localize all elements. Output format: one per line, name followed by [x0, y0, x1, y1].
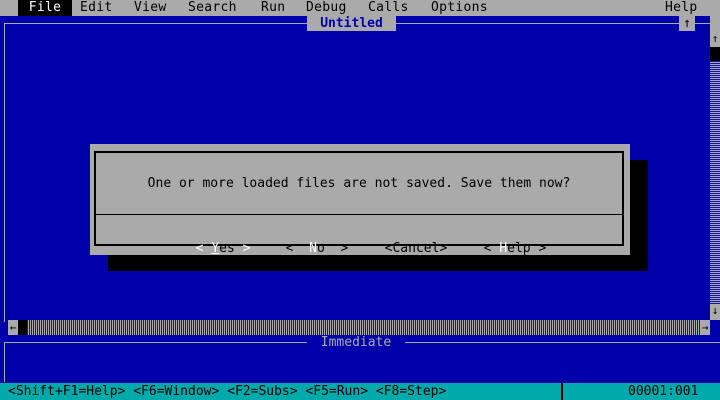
- menu-run[interactable]: Run: [261, 0, 285, 16]
- no-label: o: [316, 241, 325, 256]
- no-left-bracket: <: [285, 241, 294, 256]
- no-button[interactable]: < No >: [270, 222, 349, 256]
- cancel-label: <Cancel>: [384, 241, 448, 256]
- menu-view[interactable]: View: [134, 0, 167, 16]
- menu-search[interactable]: Search: [188, 0, 237, 16]
- vertical-scroll-track[interactable]: [710, 61, 720, 304]
- yes-right-bracket: >: [242, 241, 251, 256]
- status-divider: [561, 383, 563, 400]
- immediate-window-left-border: [4, 342, 5, 382]
- yes-label: es: [219, 241, 235, 256]
- editor-title: Untitled: [307, 16, 396, 31]
- horizontal-scroll-track[interactable]: [27, 320, 710, 335]
- help-button[interactable]: < Help >: [468, 222, 547, 256]
- status-shortcuts: <Shift+F1=Help> <F6=Window> <F2=Subs> <F…: [8, 384, 447, 399]
- menu-options[interactable]: Options: [431, 0, 488, 16]
- yes-button[interactable]: < Yes >: [180, 222, 251, 256]
- cancel-button[interactable]: <Cancel>: [369, 222, 448, 256]
- horizontal-scroll-thumb[interactable]: [18, 320, 27, 335]
- no-hotkey: N: [309, 241, 317, 256]
- scroll-up-arrow-icon[interactable]: ↑: [710, 31, 720, 47]
- dialog-separator: [96, 214, 622, 215]
- dialog-message: One or more loaded files are not saved. …: [147, 176, 571, 191]
- menu-file[interactable]: File: [18, 0, 72, 16]
- yes-hotkey: Y: [211, 241, 220, 256]
- scroll-left-arrow-icon[interactable]: ←: [8, 320, 18, 335]
- help-right-bracket: >: [538, 241, 547, 256]
- menu-edit[interactable]: Edit: [80, 0, 113, 16]
- scroll-down-arrow-icon[interactable]: ↓: [710, 304, 720, 318]
- help-label: elp: [507, 241, 531, 256]
- immediate-window-title[interactable]: Immediate: [307, 336, 405, 350]
- menu-help[interactable]: Help: [665, 0, 698, 16]
- yes-left-bracket: <: [195, 241, 204, 256]
- cursor-position: 00001:001: [628, 384, 699, 399]
- menu-debug[interactable]: Debug: [306, 0, 347, 16]
- help-left-bracket: <: [483, 241, 492, 256]
- maximize-icon[interactable]: ↑: [679, 16, 695, 31]
- help-hotkey: H: [499, 241, 508, 256]
- vertical-scroll-thumb[interactable]: [710, 47, 720, 61]
- menu-calls[interactable]: Calls: [368, 0, 409, 16]
- scroll-right-arrow-icon[interactable]: →: [700, 320, 710, 335]
- no-right-bracket: >: [340, 241, 349, 256]
